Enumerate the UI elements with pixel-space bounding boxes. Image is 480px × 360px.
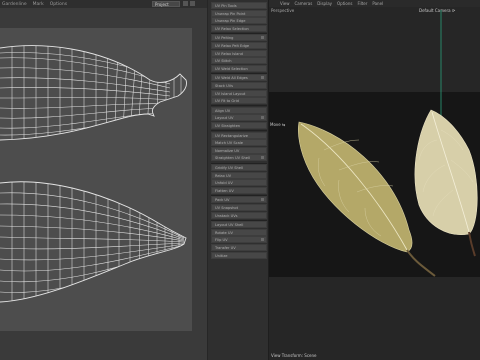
uv-tool-button[interactable]: UV Island Layout [211, 89, 267, 97]
option-box-icon[interactable] [261, 156, 264, 160]
uv-tool-button[interactable]: UV Weld Selection [211, 64, 267, 72]
uv-menu-item[interactable]: Mark [33, 2, 44, 7]
uv-tool-button[interactable]: UV Relax Island [211, 49, 267, 57]
uv-tool-button[interactable]: UV Fit to Grid [211, 97, 267, 105]
option-box-icon[interactable] [261, 198, 264, 202]
uv-tool-button[interactable]: Flatten UV [211, 186, 267, 194]
uv-tool-button[interactable]: UV Pin Tools [211, 2, 267, 9]
uv-tool-button[interactable]: Unitize [211, 251, 267, 259]
uv-tool-button[interactable]: UV Pelting [211, 34, 267, 42]
uv-tool-button[interactable]: Layout UV [211, 114, 267, 122]
uv-tool-button[interactable]: Normalize UV [211, 146, 267, 154]
leaf-right [414, 109, 478, 257]
option-box-icon[interactable] [261, 36, 264, 40]
uv-tool-button[interactable]: UV Relax Pelt Edge [211, 42, 267, 49]
uv-menu-item[interactable]: Gardenline [2, 2, 27, 7]
uv-tool-button[interactable]: Stack UVs [211, 82, 267, 89]
uv-tool-button[interactable]: Flip UV [211, 236, 267, 244]
uv-tool-button[interactable]: Rotate UV [211, 228, 267, 236]
uv-tools-panel: UV Pin Tools Unwrap Pin Point Unwrap Pin E… [207, 0, 269, 360]
uv-tool-button[interactable]: Match UV Scale [211, 139, 267, 147]
uv-tool-button[interactable]: Gridify UV Shell [211, 164, 267, 171]
uv-editor-panel: Gardenline Mark Options Project [0, 0, 207, 360]
option-box-icon[interactable] [261, 238, 264, 242]
uv-canvas[interactable] [0, 28, 192, 331]
uv-tool-button[interactable]: Relax UV [211, 171, 267, 179]
uv-tool-button[interactable]: Pack UV [211, 196, 267, 204]
uv-tool-button[interactable]: Transfer UV [211, 244, 267, 251]
uv-menu-item[interactable]: Options [50, 2, 67, 7]
uv-tool-button[interactable]: Straighten UV Shell [211, 154, 267, 162]
leaf-models [298, 10, 478, 277]
uv-tool-button[interactable]: Unwrap Pin Point [211, 9, 267, 17]
uv-tool-button[interactable]: UV Relax Selection [211, 24, 267, 32]
leaf-left [298, 121, 436, 277]
uv-tool-button[interactable]: UV Rectangularize [211, 131, 267, 139]
uv-tool-button[interactable]: UV Snapshot [211, 204, 267, 211]
uv-tool-button[interactable]: Unwrap Pin Edge [211, 17, 267, 25]
toolbar-icon[interactable] [183, 1, 188, 6]
uv-tool-button[interactable]: Align UV [211, 106, 267, 114]
option-box-icon[interactable] [261, 76, 264, 80]
toolbar-icon[interactable] [190, 1, 195, 6]
uv-tool-button[interactable]: Unstack UVs [211, 211, 267, 219]
uv-tool-button[interactable]: UV Stitch [211, 57, 267, 65]
view-transform-status: View Transform: Scene [271, 353, 317, 358]
uv-tool-button[interactable]: UV Straighten [211, 122, 267, 129]
uv-tool-button[interactable]: UV Weld All Edges [211, 74, 267, 82]
uv-menubar: Gardenline Mark Options Project [0, 0, 207, 8]
perspective-viewport[interactable]: View Cameras Display Options Filter Pane… [269, 0, 480, 360]
uv-tool-button[interactable]: Unfold UV [211, 179, 267, 187]
uv-tool-button[interactable]: Layout UV Shell [211, 221, 267, 229]
option-box-icon[interactable] [261, 116, 264, 120]
uv-wireframe [0, 45, 187, 303]
projection-dropdown[interactable]: Project [152, 1, 180, 7]
